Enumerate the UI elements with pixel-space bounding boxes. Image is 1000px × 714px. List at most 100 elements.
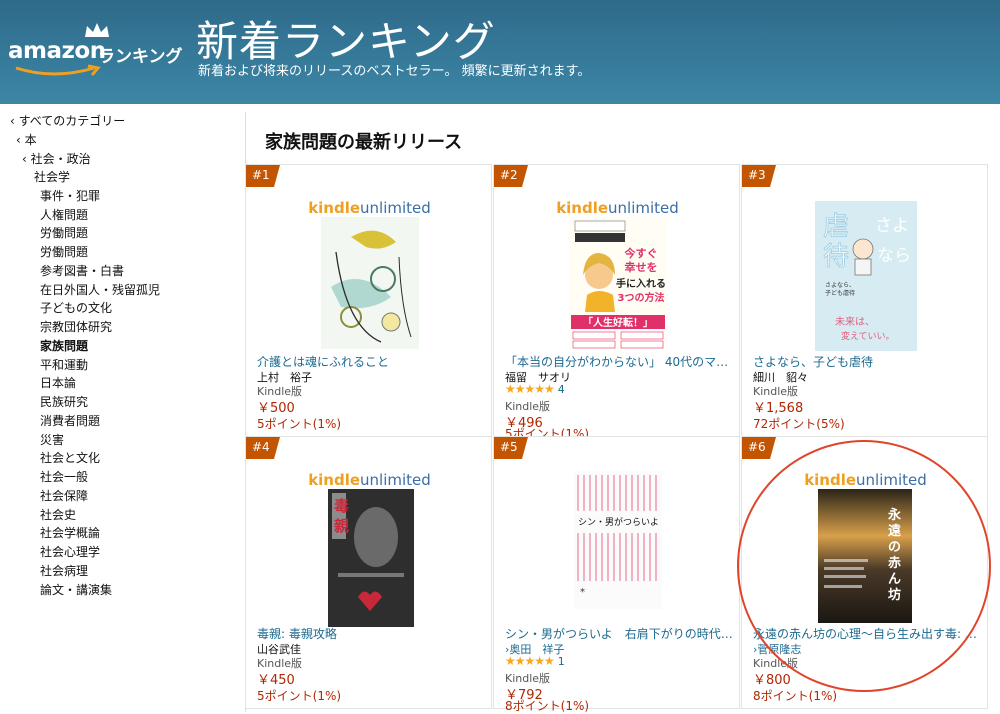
product-card[interactable]: #5 シン・男がつらいよ * シン・男がつらいよ 右肩下がりの時代の男… ›奥田…	[493, 436, 740, 713]
product-card[interactable]: #2 kindleunlimited 今すぐ 幸せを 手に入れる 3つの方法 「…	[493, 164, 741, 441]
sidebar-item[interactable]: 在日外国人・残留孤児	[40, 281, 160, 298]
svg-text:シン・男がつらいよ: シン・男がつらいよ	[578, 516, 659, 528]
sidebar-item[interactable]: 参考図書・白書	[40, 262, 124, 279]
svg-text:ん: ん	[888, 572, 901, 587]
sidebar-item[interactable]: 労働問題	[40, 224, 88, 241]
sidebar-item[interactable]: 平和運動	[40, 356, 88, 373]
kindle-unlimited-logo: kindleunlimited	[246, 199, 493, 217]
sidebar-item[interactable]: 社会心理学	[40, 543, 100, 560]
sidebar-item[interactable]: 消費者問題	[40, 412, 100, 429]
book-title-link[interactable]: 介護とは魂にふれること	[257, 353, 485, 370]
kindle-unlimited-logo: kindleunlimited	[246, 471, 493, 489]
star-rating[interactable]: ★★★★★ 1	[505, 654, 565, 668]
logo-amazon-text: amazon	[8, 38, 106, 64]
svg-text:親: 親	[334, 517, 349, 535]
book-cover[interactable]: 虐 待 さよ なら さよなら、 子ども虐待 未来は、 変えていい。	[815, 201, 917, 351]
sidebar-item[interactable]: 社会と文化	[40, 449, 100, 466]
ku-unlimited-text: unlimited	[360, 471, 431, 489]
ku-unlimited-text: unlimited	[856, 471, 927, 489]
sidebar-books[interactable]: ‹ 本	[16, 131, 37, 148]
kindle-unlimited-logo: kindleunlimited	[494, 199, 741, 217]
svg-text:遠: 遠	[888, 523, 901, 539]
sidebar-society-politics[interactable]: ‹ 社会・政治	[22, 150, 91, 167]
review-count[interactable]: 1	[558, 655, 565, 668]
svg-text:手に入れる: 手に入れる	[616, 277, 666, 290]
book-points: 8ポイント(1%)	[753, 689, 838, 703]
sidebar-item[interactable]: 社会学概論	[40, 524, 100, 541]
stars-glyphs: ★★★★★	[505, 382, 555, 396]
page-header: amazon ランキング 新着ランキング 新着および将来のリリースのベストセラー…	[0, 0, 1000, 104]
product-grid: #1 kindleunlimited 介護とは魂にふれること 上村 裕子 Kin…	[245, 164, 989, 713]
svg-text:坊: 坊	[888, 587, 901, 603]
sidebar-item[interactable]: 子どもの文化	[40, 299, 112, 316]
smile-arrow-icon	[15, 64, 101, 76]
rank-number: #2	[500, 168, 518, 182]
svg-text:虐: 虐	[823, 212, 849, 242]
sidebar-item[interactable]: 宗教団体研究	[40, 318, 112, 335]
sidebar-item[interactable]: 労働問題	[40, 243, 88, 260]
ku-unlimited-text: unlimited	[608, 199, 679, 217]
product-card[interactable]: #3 虐 待 さよ なら さよなら、 子ども虐待 未来は、 変えていい。 さよな…	[741, 164, 988, 437]
svg-text:待: 待	[823, 242, 849, 272]
book-title-link[interactable]: さよなら、子ども虐待	[753, 353, 981, 370]
svg-text:赤: 赤	[888, 555, 901, 571]
ku-unlimited-text: unlimited	[360, 199, 431, 217]
sidebar-item[interactable]: 社会史	[40, 506, 76, 523]
sidebar-item[interactable]: 人権問題	[40, 206, 88, 223]
svg-text:子ども虐待: 子ども虐待	[825, 289, 855, 297]
sidebar-item[interactable]: 日本論	[40, 374, 76, 391]
rank-badge: #2	[494, 165, 528, 187]
ku-kindle-text: kindle	[308, 199, 361, 217]
product-card[interactable]: #6 kindleunlimited 永 遠 の 赤 ん 坊 永遠の赤ん坊の心理…	[741, 436, 988, 709]
page-subtitle: 新着および将来のリリースのベストセラー。 頻繁に更新されます。	[198, 64, 591, 79]
svg-text:毒: 毒	[334, 497, 349, 515]
svg-text:3つの方法: 3つの方法	[618, 291, 665, 304]
sidebar-item[interactable]: 民族研究	[40, 393, 88, 410]
rank-number: #1	[252, 168, 270, 182]
sidebar-all-categories[interactable]: ‹ すべてのカテゴリー	[10, 112, 125, 129]
review-count[interactable]: 4	[558, 383, 565, 396]
book-points: 8ポイント(1%)	[505, 699, 590, 713]
sidebar-item[interactable]: 災害	[40, 431, 64, 448]
sidebar-item[interactable]: 論文・講演集	[40, 581, 112, 598]
book-price: ￥500	[257, 401, 295, 416]
sidebar-item[interactable]: 社会保障	[40, 487, 88, 504]
svg-text:さよなら、: さよなら、	[825, 282, 855, 289]
product-card[interactable]: #1 kindleunlimited 介護とは魂にふれること 上村 裕子 Kin…	[245, 164, 492, 437]
book-price: ￥800	[753, 673, 791, 688]
sidebar-item[interactable]: 社会病理	[40, 562, 88, 579]
svg-text:未来は、: 未来は、	[835, 316, 875, 328]
sidebar-item[interactable]: 社会一般	[40, 468, 88, 485]
sidebar-item-selected: 家族問題	[40, 339, 89, 353]
book-title-link[interactable]: 永遠の赤ん坊の心理〜自ら生み出す毒: 感謝…	[753, 625, 981, 642]
ku-kindle-text: kindle	[556, 199, 609, 217]
logo-ranking-text: ランキング	[98, 47, 183, 67]
svg-text:今すぐ: 今すぐ	[624, 246, 658, 260]
book-cover[interactable]	[321, 217, 419, 349]
book-cover[interactable]: 永 遠 の 赤 ん 坊	[818, 489, 912, 623]
book-points: 72ポイント(5%)	[753, 417, 845, 431]
rank-number: #5	[500, 440, 518, 454]
book-title-link[interactable]: シン・男がつらいよ 右肩下がりの時代の男…	[505, 625, 733, 642]
star-rating[interactable]: ★★★★★ 4	[505, 382, 565, 396]
book-title-link[interactable]: 「本当の自分がわからない」 40代のママが …	[505, 353, 733, 370]
svg-text:なら: なら	[877, 246, 911, 266]
book-points: 5ポイント(1%)	[257, 689, 342, 703]
rank-number: #3	[748, 168, 766, 182]
book-cover[interactable]: 今すぐ 幸せを 手に入れる 3つの方法 「人生好転！」	[569, 217, 667, 349]
book-title-link[interactable]: 毒親: 毒親攻略	[257, 625, 485, 642]
amazon-ranking-logo[interactable]: amazon ランキング	[8, 22, 188, 82]
ku-kindle-text: kindle	[804, 471, 857, 489]
svg-text:*: *	[580, 587, 585, 598]
book-cover[interactable]: 毒 親	[328, 489, 414, 627]
book-cover[interactable]: シン・男がつらいよ *	[574, 471, 662, 609]
svg-text:「人生好転！」: 「人生好転！」	[583, 316, 653, 329]
sidebar-item[interactable]: 事件・犯罪	[40, 187, 100, 204]
product-card[interactable]: #4 kindleunlimited 毒 親 毒親: 毒親攻略 山谷武佳 Kin…	[245, 436, 492, 709]
stars-glyphs: ★★★★★	[505, 654, 555, 668]
rank-badge: #5	[494, 437, 528, 459]
svg-text:永: 永	[887, 507, 902, 523]
svg-text:変えていい。: 変えていい。	[841, 330, 895, 342]
rank-badge: #4	[246, 437, 280, 459]
category-heading: 家族問題の最新リリース	[265, 132, 463, 153]
